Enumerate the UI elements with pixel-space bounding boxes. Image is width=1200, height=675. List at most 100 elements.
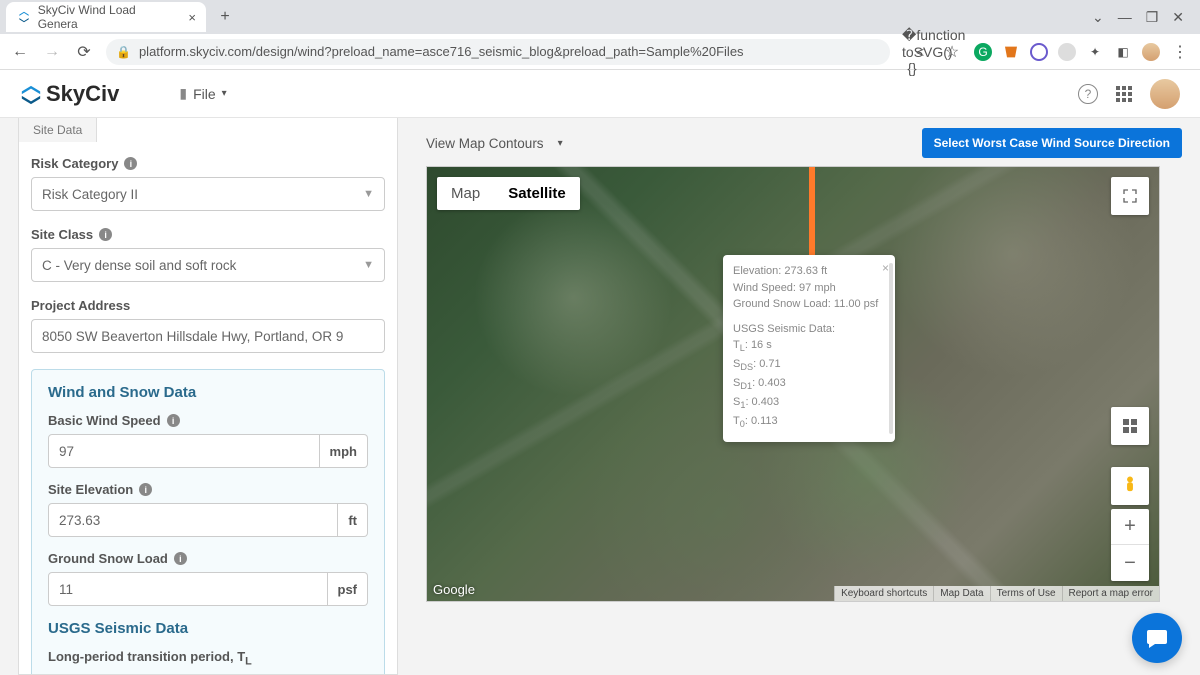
google-logo: Google — [433, 582, 475, 597]
extension-icon[interactable] — [1058, 43, 1076, 61]
marker-connector — [809, 167, 815, 257]
tl-label: Long-period transition period, TL — [48, 649, 368, 668]
browser-tab-bar: SkyCiv Wind Load Genera × + ⌄ — ❐ ✕ — [0, 0, 1200, 34]
ground-snow-load-label: Ground Snow Loadi — [48, 551, 368, 566]
chrome-menu-icon[interactable]: ⋮ — [1170, 42, 1190, 62]
select-worst-case-button[interactable]: Select Worst Case Wind Source Direction — [922, 128, 1182, 158]
logo-text: SkyCiv — [46, 81, 119, 107]
site-elevation-input[interactable]: 273.63 — [48, 503, 338, 537]
pegman-button[interactable] — [1111, 467, 1149, 505]
extension-icons: G ✦ ◧ ⋮ — [974, 42, 1190, 62]
metamask-icon[interactable] — [1002, 43, 1020, 61]
ground-snow-load-input[interactable]: 11 — [48, 572, 328, 606]
minimize-icon[interactable]: — — [1118, 9, 1132, 26]
site-info-popup: × Elevation: 273.63 ft Wind Speed: 97 mp… — [723, 255, 895, 442]
skyciv-logo[interactable]: SkyCiv — [20, 81, 119, 107]
back-button[interactable]: ← — [10, 43, 30, 61]
help-icon[interactable]: ? — [1078, 84, 1098, 104]
skyciv-favicon — [16, 9, 32, 25]
risk-category-label: Risk Categoryi — [31, 156, 385, 171]
skyciv-logo-icon — [20, 84, 40, 104]
info-wind: Wind Speed: 97 mph — [733, 280, 885, 297]
map-type-map[interactable]: Map — [437, 177, 494, 210]
map-canvas[interactable]: Map Satellite + − × Elevation — [426, 166, 1160, 602]
info-s1: S1: 0.403 — [733, 394, 885, 413]
unit-label: ft — [338, 503, 368, 537]
project-address-input[interactable]: 8050 SW Beaverton Hillsdale Hwy, Portlan… — [31, 319, 385, 353]
info-snow: Ground Snow Load: 11.00 psf — [733, 296, 885, 313]
project-address-label: Project Address — [31, 298, 385, 313]
info-tl: TL: 16 s — [733, 337, 885, 356]
close-icon[interactable]: × — [882, 259, 889, 277]
site-elevation-label: Site Elevationi — [48, 482, 368, 497]
info-icon[interactable]: i — [124, 157, 137, 170]
info-sd1: SD1: 0.403 — [733, 375, 885, 394]
wind-snow-panel: Wind and Snow Data Basic Wind Speedi 97 … — [31, 369, 385, 675]
basic-wind-speed-input[interactable]: 97 — [48, 434, 320, 468]
view-map-contours[interactable]: View Map Contours ▾ — [426, 136, 563, 151]
sidepanel-icon[interactable]: ◧ — [1114, 43, 1132, 61]
info-elevation: Elevation: 273.63 ft — [733, 263, 885, 280]
unit-label: psf — [328, 572, 369, 606]
chevron-down-icon: ▼ — [363, 259, 374, 271]
chevron-down-icon: ▼ — [363, 188, 374, 200]
reload-button[interactable]: ⟳ — [74, 42, 94, 62]
zoom-out-button[interactable]: − — [1111, 545, 1149, 581]
intercom-chat-button[interactable] — [1132, 613, 1182, 663]
close-window-icon[interactable]: ✕ — [1172, 9, 1184, 26]
chevron-down-icon[interactable]: ⌄ — [1092, 9, 1104, 26]
url-input[interactable]: 🔒 platform.skyciv.com/design/wind?preloa… — [106, 39, 890, 65]
extension-icon[interactable] — [1030, 43, 1048, 61]
share-icon[interactable]: < — [910, 44, 930, 60]
info-icon[interactable]: i — [167, 414, 180, 427]
zoom-controls: + − — [1111, 509, 1149, 581]
info-icon[interactable]: i — [99, 228, 112, 241]
map-type-satellite[interactable]: Satellite — [494, 177, 580, 210]
map-data-link[interactable]: Map Data — [933, 586, 989, 601]
keyboard-shortcuts-link[interactable]: Keyboard shortcuts — [834, 586, 933, 601]
info-usgs-title: USGS Seismic Data: — [733, 321, 885, 338]
file-icon: ▮ — [179, 85, 187, 102]
browser-tab[interactable]: SkyCiv Wind Load Genera × — [6, 2, 206, 32]
profile-avatar[interactable] — [1142, 43, 1160, 61]
grammarly-icon[interactable]: G — [974, 43, 992, 61]
map-column: View Map Contours ▾ Select Worst Case Wi… — [398, 118, 1182, 675]
address-bar: ← → ⟳ 🔒 platform.skyciv.com/design/wind?… — [0, 34, 1200, 70]
info-sds: SDS: 0.71 — [733, 356, 885, 375]
url-text: platform.skyciv.com/design/wind?preload_… — [139, 44, 744, 59]
site-class-select[interactable]: C - Very dense soil and soft rock▼ — [31, 248, 385, 282]
left-panel: Site Data Risk Categoryi Risk Category I… — [18, 118, 398, 675]
info-icon[interactable]: i — [174, 552, 187, 565]
site-class-label: Site Classi — [31, 227, 385, 242]
app-header: SkyCiv ▮ File ▾ ? — [0, 70, 1200, 118]
fullscreen-button[interactable] — [1111, 177, 1149, 215]
terms-link[interactable]: Terms of Use — [990, 586, 1062, 601]
close-icon[interactable]: × — [188, 10, 196, 25]
risk-category-select[interactable]: Risk Category II▼ — [31, 177, 385, 211]
tab-site-data[interactable]: Site Data — [18, 118, 97, 142]
user-avatar[interactable] — [1150, 79, 1180, 109]
map-tiles-button[interactable] — [1111, 407, 1149, 445]
unit-label: mph — [320, 434, 368, 468]
basic-wind-speed-label: Basic Wind Speedi — [48, 413, 368, 428]
panel-title: USGS Seismic Data — [48, 620, 368, 637]
map-type-toggle: Map Satellite — [437, 177, 580, 210]
apps-icon[interactable] — [1116, 86, 1132, 102]
chevron-down-icon: ▾ — [558, 138, 563, 149]
panel-title: Wind and Snow Data — [48, 384, 368, 401]
map-attribution: Keyboard shortcuts Map Data Terms of Use… — [834, 586, 1159, 601]
lock-icon: 🔒 — [116, 45, 131, 59]
tab-title: SkyCiv Wind Load Genera — [38, 3, 177, 31]
report-error-link[interactable]: Report a map error — [1062, 586, 1159, 601]
info-icon[interactable]: i — [139, 483, 152, 496]
info-t0: T0: 0.113 — [733, 413, 885, 432]
forward-button[interactable]: → — [42, 43, 62, 61]
chevron-down-icon: ▾ — [222, 88, 227, 99]
bookmark-icon[interactable]: ☆ — [942, 42, 962, 62]
zoom-in-button[interactable]: + — [1111, 509, 1149, 545]
extensions-menu-icon[interactable]: ✦ — [1086, 43, 1104, 61]
restore-icon[interactable]: ❐ — [1146, 9, 1159, 26]
file-menu[interactable]: ▮ File ▾ — [179, 85, 226, 102]
new-tab-button[interactable]: + — [212, 4, 238, 30]
scrollbar[interactable] — [889, 263, 893, 434]
